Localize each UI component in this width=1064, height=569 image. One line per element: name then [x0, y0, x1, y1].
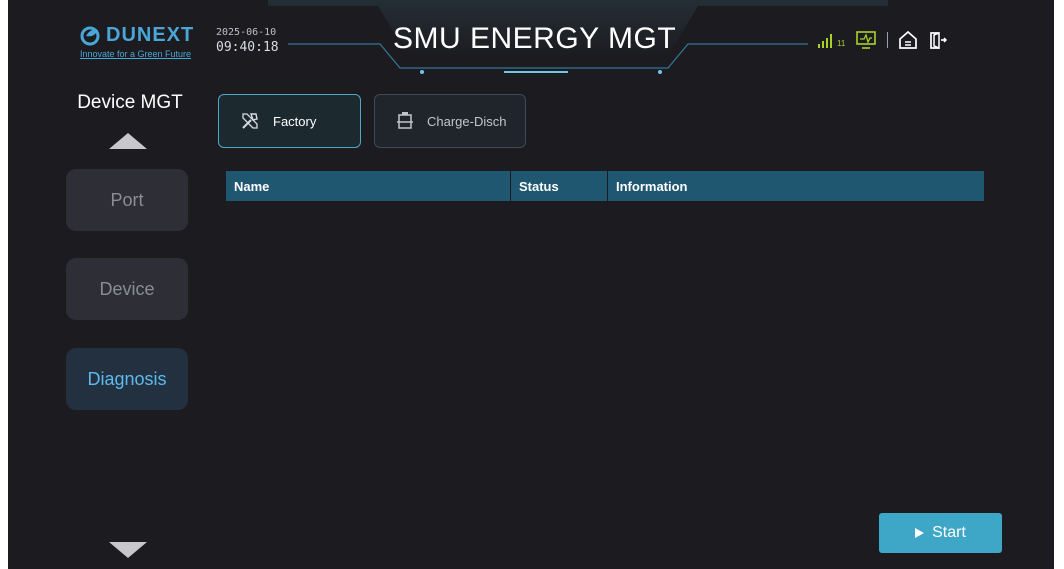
tools-icon: [242, 113, 258, 129]
start-button-label: Start: [932, 524, 966, 541]
scroll-down-arrow-icon[interactable]: [109, 542, 147, 558]
sidebar-item-port[interactable]: Port: [66, 169, 188, 231]
column-header-name: Name: [226, 171, 511, 201]
page-title: SMU ENERGY MGT: [393, 22, 677, 55]
sidebar-item-label: Port: [110, 189, 144, 210]
scroll-up-arrow-icon[interactable]: [109, 133, 147, 149]
sidebar-item-diagnosis[interactable]: Diagnosis: [66, 348, 188, 410]
tab-label: Factory: [273, 113, 317, 129]
status-bar: 11: [818, 30, 948, 50]
tab-factory[interactable]: Factory: [218, 94, 361, 148]
diagnosis-table: Name Status Information: [226, 171, 984, 201]
brand-logo: DUNEXT Innovate for a Green Future: [80, 24, 194, 59]
table-header: Name Status Information: [226, 171, 984, 201]
column-header-information: Information: [608, 171, 984, 201]
app-screen: DUNEXT Innovate for a Green Future 2025-…: [8, 0, 1054, 569]
logout-icon[interactable]: [928, 30, 948, 50]
signal-text: 11: [837, 39, 846, 48]
sidebar-item-device[interactable]: Device: [66, 258, 188, 320]
brand-tagline: Innovate for a Green Future: [80, 49, 192, 59]
column-header-status: Status: [511, 171, 608, 201]
home-icon[interactable]: [898, 30, 918, 50]
brand-name: DUNEXT: [106, 24, 195, 46]
sidebar-item-label: Device: [99, 278, 155, 299]
signal-icon: 11: [818, 32, 845, 48]
tab-label: Charge-Disch: [427, 113, 507, 129]
sidebar-item-label: Diagnosis: [87, 368, 167, 389]
datetime: 2025-06-10 09:40:18: [216, 27, 279, 55]
start-button[interactable]: Start: [879, 513, 1002, 553]
current-time: 09:40:18: [216, 40, 279, 55]
monitor-icon[interactable]: [855, 30, 877, 50]
current-date: 2025-06-10: [216, 27, 277, 38]
leaf-logo-icon: [80, 26, 100, 45]
play-icon: [915, 528, 925, 538]
header: DUNEXT Innovate for a Green Future 2025-…: [8, 0, 1054, 82]
sidebar-title: Device MGT: [77, 92, 183, 113]
tab-charge-disch[interactable]: Charge-Disch: [374, 94, 526, 148]
divider: [887, 32, 889, 48]
battery-icon: [397, 112, 413, 129]
